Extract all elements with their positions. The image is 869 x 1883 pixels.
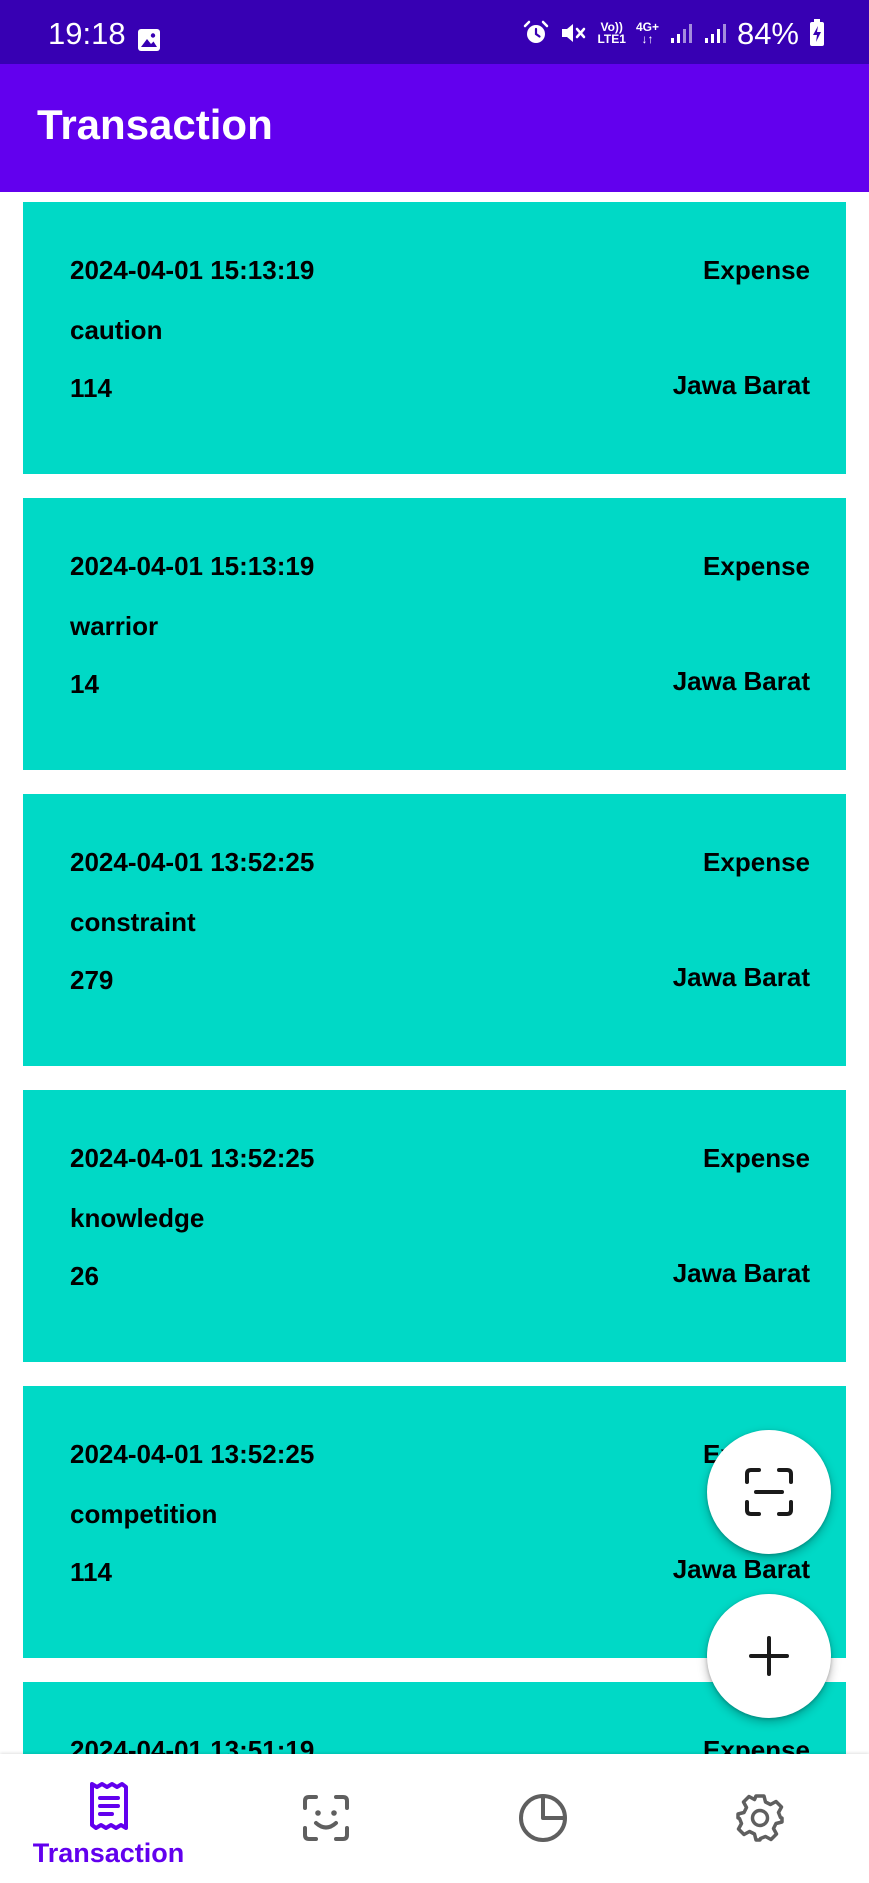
transaction-card[interactable]: 2024-04-01 13:52:25 Expense constraint 2… [23, 794, 846, 1066]
nav-item-transaction[interactable]: Transaction [0, 1754, 217, 1883]
face-scan-icon [302, 1795, 349, 1841]
scan-button[interactable] [707, 1430, 831, 1554]
nav-label-transaction: Transaction [32, 1838, 185, 1868]
transaction-category: competition [70, 1499, 218, 1529]
transaction-card[interactable]: 2024-04-01 15:13:19 Expense caution 114 … [23, 202, 846, 474]
transaction-category: knowledge [70, 1203, 205, 1233]
transaction-region: Jawa Barat [672, 370, 810, 400]
add-transaction-button[interactable] [707, 1594, 831, 1718]
signal-icon [670, 24, 692, 43]
transaction-type: Expense [703, 847, 810, 877]
volte-bottom-label: LTE1 [597, 32, 626, 46]
volte-icon: Vo)) LTE1 [597, 21, 625, 45]
transaction-type: Expense [703, 255, 810, 285]
transaction-category: caution [70, 315, 163, 345]
transaction-type: Expense [703, 1143, 810, 1173]
transaction-card[interactable]: 2024-04-01 13:52:25 Expense knowledge 26… [23, 1090, 846, 1362]
receipt-icon [89, 1782, 128, 1830]
app-bar: Transaction [0, 64, 869, 192]
transaction-amount: 26 [70, 1261, 99, 1291]
signal-icon [704, 24, 726, 43]
battery-charging-icon [810, 19, 824, 46]
transaction-amount: 114 [70, 373, 112, 403]
transaction-category: constraint [70, 907, 196, 937]
transaction-type: Expense [703, 1735, 810, 1754]
transaction-datetime: 2024-04-01 13:52:25 [70, 1143, 315, 1173]
transaction-region: Jawa Barat [672, 1258, 810, 1288]
transaction-datetime: 2024-04-01 13:52:25 [70, 1439, 315, 1469]
transaction-category: warrior [70, 611, 159, 641]
battery-percent: 84% [736, 15, 799, 51]
gallery-icon [138, 29, 160, 51]
status-bar: 19:18 Vo)) LTE1 4G+ ↓↑ 84% [0, 0, 869, 64]
scan-icon [745, 1468, 793, 1516]
transaction-amount: 14 [70, 669, 99, 699]
transaction-card[interactable]: 2024-04-01 15:13:19 Expense warrior 14 J… [23, 498, 846, 770]
plus-icon [749, 1636, 789, 1676]
pie-chart-icon [518, 1794, 567, 1842]
transaction-region: Jawa Barat [672, 1554, 810, 1584]
transaction-datetime: 2024-04-01 15:13:19 [70, 255, 315, 285]
transaction-region: Jawa Barat [672, 666, 810, 696]
nav-item-face-scan[interactable] [217, 1754, 434, 1883]
alarm-icon [524, 20, 549, 43]
nav-item-statistics[interactable] [434, 1754, 651, 1883]
status-icons: Vo)) LTE1 4G+ ↓↑ 84% [523, 15, 825, 51]
transaction-region: Jawa Barat [672, 962, 810, 992]
transaction-amount: 279 [70, 965, 114, 995]
mute-icon [562, 24, 586, 42]
gear-icon [735, 1794, 784, 1842]
page-title: Transaction [37, 101, 273, 148]
bottom-navigation: Transaction [0, 1754, 869, 1883]
transaction-datetime: 2024-04-01 13:51:19 [70, 1735, 315, 1754]
transaction-type: Expense [703, 551, 810, 581]
status-time: 19:18 [48, 16, 126, 51]
transaction-datetime: 2024-04-01 13:52:25 [70, 847, 315, 877]
data-arrows-icon: 4G+ ↓↑ [635, 20, 659, 46]
nav-item-settings[interactable] [651, 1754, 868, 1883]
transaction-amount: 114 [70, 1557, 112, 1587]
transaction-datetime: 2024-04-01 15:13:19 [70, 551, 315, 581]
